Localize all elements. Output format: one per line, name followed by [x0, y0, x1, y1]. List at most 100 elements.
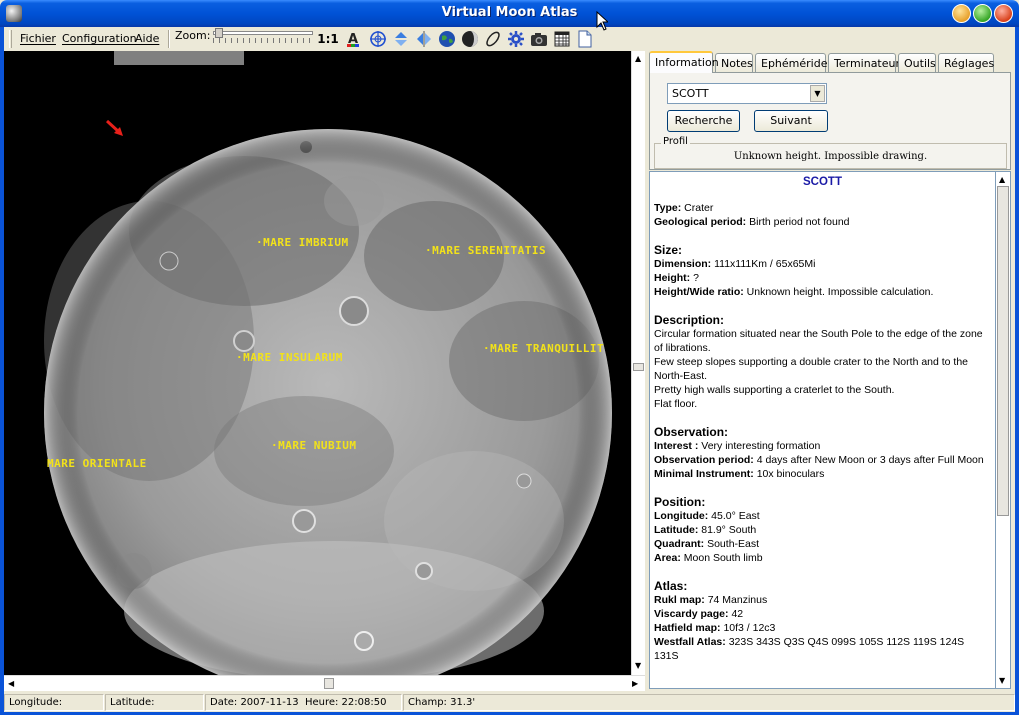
- next-button[interactable]: Suivant: [754, 110, 828, 132]
- obs-period-label: Observation period:: [654, 454, 754, 466]
- status-bar: Longitude: Latitude: Date: 2007-11-13 He…: [4, 693, 1015, 712]
- information-tab-body: SCOTT ▼ Recherche Suivant Profil Unknown…: [649, 72, 1011, 170]
- menu-configuration[interactable]: Configuration: [62, 32, 137, 45]
- menu-aide[interactable]: Aide: [135, 32, 159, 45]
- moon-map-view[interactable]: ·MARE IMBRIUM ·MARE SERENITATIS ·MARE IN…: [4, 51, 631, 675]
- scroll-right-arrow-icon[interactable]: ▶: [632, 680, 638, 688]
- zoom-label: Zoom:: [175, 29, 211, 42]
- status-time: Heure: 22:08:50: [304, 697, 387, 708]
- grid-icon[interactable]: [367, 28, 389, 50]
- longitude-label: Longitude:: [654, 510, 709, 522]
- info-scroll-down-icon[interactable]: ▼: [999, 677, 1005, 685]
- menu-fichier[interactable]: Fichier: [20, 32, 56, 45]
- scroll-left-arrow-icon[interactable]: ◀: [8, 680, 14, 688]
- status-datetime: Date: 2007-11-13 Heure: 22:08:50: [205, 694, 402, 711]
- label-mare-imbrium[interactable]: ·MARE IMBRIUM: [256, 236, 349, 249]
- type-label: Type:: [654, 202, 682, 214]
- geo-period-label: Geological period:: [654, 216, 747, 228]
- globe-icon[interactable]: [436, 28, 458, 50]
- westfall-label: Westfall Atlas:: [654, 636, 726, 648]
- map-horizontal-scrollbar[interactable]: ◀ ▶: [4, 675, 645, 691]
- moon-phase-icon[interactable]: [459, 28, 481, 50]
- viscardy-label: Viscardy page:: [654, 608, 729, 620]
- geo-period-value: Birth period not found: [749, 216, 850, 228]
- profile-groupbox: Profil Unknown height. Impossible drawin…: [654, 136, 1007, 169]
- min-instrument-label: Minimal Instrument:: [654, 468, 754, 480]
- position-heading: Position:: [654, 495, 706, 509]
- label-mare-serenitatis[interactable]: ·MARE SERENITATIS: [425, 244, 546, 257]
- pointer-arrow-icon: [106, 120, 123, 136]
- camera-icon[interactable]: [528, 28, 550, 50]
- combobox-dropdown-icon[interactable]: ▼: [810, 85, 825, 102]
- scroll-down-arrow-icon[interactable]: ▼: [635, 662, 641, 670]
- tab-terminateur[interactable]: Terminateur: [828, 53, 900, 73]
- viscardy-value: 42: [731, 608, 744, 620]
- hatfield-label: Hatfield map:: [654, 622, 721, 634]
- size-heading: Size:: [654, 243, 683, 257]
- title-bar[interactable]: Virtual Moon Atlas: [0, 0, 1019, 27]
- type-value: Crater: [684, 202, 714, 214]
- zoom-slider-thumb[interactable]: [215, 28, 223, 38]
- mouse-cursor-icon: [596, 11, 608, 31]
- formation-search-combobox[interactable]: SCOTT ▼: [667, 83, 827, 104]
- description-line: Pretty high walls supporting a craterlet…: [654, 384, 895, 396]
- window-frame-right: [1015, 27, 1019, 715]
- tab-outils[interactable]: Outils: [898, 53, 936, 73]
- status-latitude: Latitude:: [105, 694, 204, 711]
- tab-ephemerides[interactable]: Ephémérides: [755, 53, 833, 73]
- tab-notes[interactable]: Notes: [715, 53, 753, 73]
- status-longitude: Longitude:: [4, 694, 104, 711]
- zoom-1to1-button[interactable]: 1:1: [317, 28, 339, 50]
- text-color-icon[interactable]: A: [343, 28, 365, 50]
- search-button[interactable]: Recherche: [667, 110, 740, 132]
- map-vscroll-thumb[interactable]: [633, 363, 644, 371]
- zoom-ticks: [213, 38, 313, 43]
- close-button[interactable]: [994, 4, 1013, 23]
- label-mare-insularum[interactable]: ·MARE INSULARUM: [236, 351, 343, 364]
- rukl-label: Rukl map:: [654, 594, 705, 606]
- combobox-value: SCOTT: [672, 87, 709, 100]
- settings-icon[interactable]: [505, 28, 527, 50]
- window-title: Virtual Moon Atlas: [441, 5, 578, 20]
- atlas-heading: Atlas:: [654, 579, 688, 593]
- info-scroll-up-icon[interactable]: ▲: [999, 176, 1005, 184]
- height-value: ?: [693, 272, 699, 284]
- label-mare-orientale[interactable]: MARE ORIENTALE: [47, 457, 147, 470]
- tab-reglages[interactable]: Réglages: [938, 53, 994, 73]
- ratio-value: Unknown height. Impossible calculation.: [746, 286, 934, 298]
- map-hscroll-thumb[interactable]: [324, 678, 334, 689]
- menu-toolbar: Fichier Configuration Aide Zoom: 1:1 A: [4, 27, 1015, 51]
- map-vertical-scrollbar[interactable]: ▲ ▼: [631, 51, 645, 675]
- document-icon[interactable]: [574, 28, 596, 50]
- interest-label: Interest :: [654, 440, 699, 452]
- maximize-button[interactable]: [973, 4, 992, 23]
- latitude-value: 81.9° South: [701, 524, 757, 536]
- obs-period-value: 4 days after New Moon or 3 days after Fu…: [756, 454, 984, 466]
- flip-horizontal-icon[interactable]: [413, 28, 435, 50]
- orbit-icon[interactable]: [482, 28, 504, 50]
- area-value: Moon South limb: [683, 552, 763, 564]
- flip-vertical-icon[interactable]: [390, 28, 412, 50]
- toolbar-separator: [168, 30, 170, 48]
- tab-information[interactable]: Information: [649, 51, 719, 73]
- minimize-button[interactable]: [952, 4, 971, 23]
- label-mare-nubium[interactable]: ·MARE NUBIUM: [271, 439, 356, 452]
- description-line: Flat floor.: [654, 398, 698, 410]
- zoom-slider[interactable]: [213, 31, 313, 35]
- description-heading: Description:: [654, 313, 725, 327]
- longitude-value: 45.0° East: [711, 510, 760, 522]
- menu-grip[interactable]: [9, 30, 12, 48]
- info-text-area[interactable]: SCOTT Type: Crater Geological period: Bi…: [649, 171, 996, 689]
- calendar-icon[interactable]: [551, 28, 573, 50]
- ratio-label: Height/Wide ratio:: [654, 286, 744, 298]
- label-mare-tranquillitatis[interactable]: ·MARE TRANQUILLIT: [483, 342, 604, 355]
- dimension-value: 111x111Km / 65x65Mi: [714, 258, 816, 270]
- scroll-up-arrow-icon[interactable]: ▲: [635, 55, 641, 63]
- status-date: Date: 2007-11-13: [210, 697, 299, 708]
- info-vertical-scrollbar[interactable]: ▲ ▼: [996, 171, 1011, 689]
- info-scroll-thumb[interactable]: [997, 186, 1009, 516]
- formation-title: SCOTT: [803, 176, 842, 188]
- area-label: Area:: [654, 552, 681, 564]
- description-line: Circular formation situated near the Sou…: [654, 328, 983, 354]
- rukl-value: 74 Manzinus: [707, 594, 768, 606]
